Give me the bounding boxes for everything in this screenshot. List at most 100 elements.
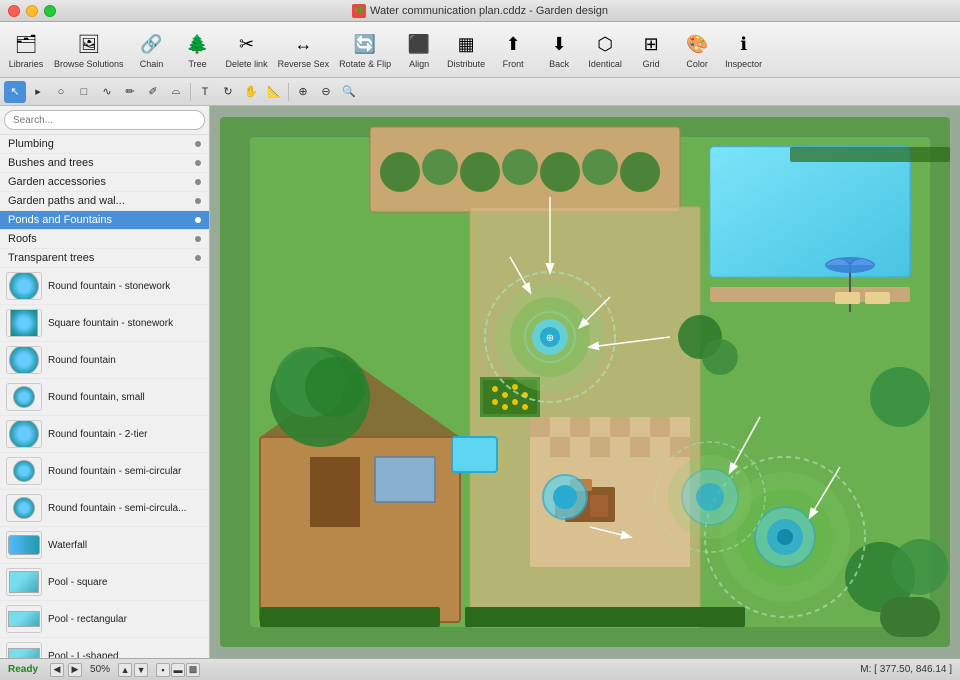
close-button[interactable] [8,5,20,17]
category-plumbing[interactable]: Plumbing [0,135,209,154]
libraries-icon: 🗂 [12,30,40,58]
app-icon: 🌿 [352,4,366,18]
lib-thumb-square-stonework [6,309,42,337]
category-roofs[interactable]: Roofs [0,230,209,249]
lib-item-round-semi[interactable]: Round fountain - semi-circular [0,453,209,490]
toolbar-btn-browse-solutions[interactable]: 🖼Browse Solutions [50,28,128,71]
toolbar-btn-rotate-flip[interactable]: 🔄Rotate & Flip [335,28,395,71]
zoom-back-btn[interactable]: ◀ [50,663,64,677]
lib-label-pool-l: Pool - L-shaped [48,651,119,659]
category-label: Roofs [8,233,37,245]
zoom-step-up[interactable]: ▲ [118,663,132,677]
grid-icon: ⊞ [637,30,665,58]
title-text: Water communication plan.cddz - Garden d… [370,5,608,17]
tools-bar: ↖▸○□∿✏✐⌓ T↻✋📐 ⊕⊖🔍 [0,78,960,106]
lib-label-square-stonework: Square fountain - stonework [48,318,173,329]
lib-label-round-stonework: Round fountain - stonework [48,281,170,292]
tool-zoom-out[interactable]: ⊖ [315,81,337,103]
category-accessories[interactable]: Garden accessories [0,173,209,192]
lib-item-pool-l[interactable]: Pool - L-shaped [0,638,209,658]
lib-item-square-stonework[interactable]: Square fountain - stonework [0,305,209,342]
toolbar-btn-back[interactable]: ⬇Back [537,28,581,71]
tool-text[interactable]: T [194,81,216,103]
lib-thumb-waterfall [6,531,42,559]
category-bushes[interactable]: Bushes and trees [0,154,209,173]
toolbar-btn-front[interactable]: ⬆Front [491,28,535,71]
minimize-button[interactable] [26,5,38,17]
view-wide[interactable]: ▬ [171,663,185,677]
maximize-button[interactable] [44,5,56,17]
lib-item-round-fountain[interactable]: Round fountain [0,342,209,379]
lib-item-pool-rect[interactable]: Pool - rectangular [0,601,209,638]
tool-curve[interactable]: ∿ [96,81,118,103]
lib-item-round-stonework[interactable]: Round fountain - stonework [0,268,209,305]
category-transparent[interactable]: Transparent trees [0,249,209,268]
lib-item-round-2tier[interactable]: Round fountain - 2-tier [0,416,209,453]
reverse-sex-icon: ↔ [289,30,317,58]
lib-item-pool-square[interactable]: Pool - square [0,564,209,601]
lib-label-round-fountain: Round fountain [48,355,116,366]
category-ponds[interactable]: Ponds and Fountains [0,211,209,230]
window-controls[interactable] [8,5,56,17]
category-indicator [195,141,201,147]
search-input[interactable] [4,110,205,130]
tool-pointer[interactable]: ▸ [27,81,49,103]
tool-zoom-in[interactable]: ⊕ [292,81,314,103]
lib-item-round-semi2[interactable]: Round fountain - semi-circula... [0,490,209,527]
inspector-icon: ℹ [730,30,758,58]
toolbar-btn-identical[interactable]: ⬡Identical [583,28,627,71]
zoom-fwd-btn[interactable]: ▶ [68,663,82,677]
lib-item-waterfall[interactable]: Waterfall [0,527,209,564]
tool-select[interactable]: ↖ [4,81,26,103]
category-paths[interactable]: Garden paths and wal... [0,192,209,211]
canvas-area[interactable]: ⊕ [210,106,960,658]
svg-text:⊕: ⊕ [546,333,554,344]
view-full[interactable]: ▩ [186,663,200,677]
tool-pencil[interactable]: ✐ [142,81,164,103]
tools-separator [288,83,289,101]
tool-pen[interactable]: ✏ [119,81,141,103]
tool-rect[interactable]: □ [73,81,95,103]
distribute-icon: ▦ [452,30,480,58]
toolbar-btn-align[interactable]: ⬛Align [397,28,441,71]
sidebar-search-area [0,106,209,135]
toolbar-btn-color[interactable]: 🎨Color [675,28,719,71]
category-label: Transparent trees [8,252,94,264]
lib-thumb-round-semi [6,457,42,485]
zoom-controls: ◀ ▶ 50% ▲ ▼ ▪ ▬ ▩ [50,663,200,677]
tool-rotate[interactable]: ↻ [217,81,239,103]
lib-label-pool-square: Pool - square [48,577,107,588]
category-list: Plumbing Bushes and trees Garden accessori… [0,135,209,268]
lib-thumb-round-semi2 [6,494,42,522]
tool-zoom-area[interactable]: 🔍 [338,81,360,103]
toolbar-btn-chain[interactable]: 🔗Chain [130,28,174,71]
sidebar: Plumbing Bushes and trees Garden accessori… [0,106,210,658]
chain-icon: 🔗 [138,30,166,58]
category-indicator [195,236,201,242]
tool-measure[interactable]: 📐 [263,81,285,103]
toolbar-btn-delete-link[interactable]: ✂Delete link [222,28,272,71]
category-label: Bushes and trees [8,157,94,169]
zoom-step-down[interactable]: ▼ [134,663,148,677]
lib-thumb-round-small [6,383,42,411]
lib-item-round-small[interactable]: Round fountain, small [0,379,209,416]
toolbar-btn-grid[interactable]: ⊞Grid [629,28,673,71]
category-label: Garden accessories [8,176,106,188]
toolbar-btn-reverse-sex[interactable]: ↔Reverse Sex [274,28,334,71]
view-normal[interactable]: ▪ [156,663,170,677]
tree-icon: 🌲 [184,30,212,58]
toolbar-btn-libraries[interactable]: 🗂Libraries [4,28,48,71]
statusbar: Ready ◀ ▶ 50% ▲ ▼ ▪ ▬ ▩ M: [ 377.50, 846… [0,658,960,680]
lib-thumb-pool-rect [6,605,42,633]
lib-label-round-2tier: Round fountain - 2-tier [48,429,148,440]
toolbar-btn-inspector[interactable]: ℹInspector [721,28,766,71]
lib-thumb-round-2tier [6,420,42,448]
toolbar-btn-tree[interactable]: 🌲Tree [176,28,220,71]
color-icon: 🎨 [683,30,711,58]
tool-bezier[interactable]: ⌓ [165,81,187,103]
tool-ellipse[interactable]: ○ [50,81,72,103]
toolbar-btn-distribute[interactable]: ▦Distribute [443,28,489,71]
garden-canvas: ⊕ [220,116,950,648]
category-indicator [195,160,201,166]
tool-pan[interactable]: ✋ [240,81,262,103]
